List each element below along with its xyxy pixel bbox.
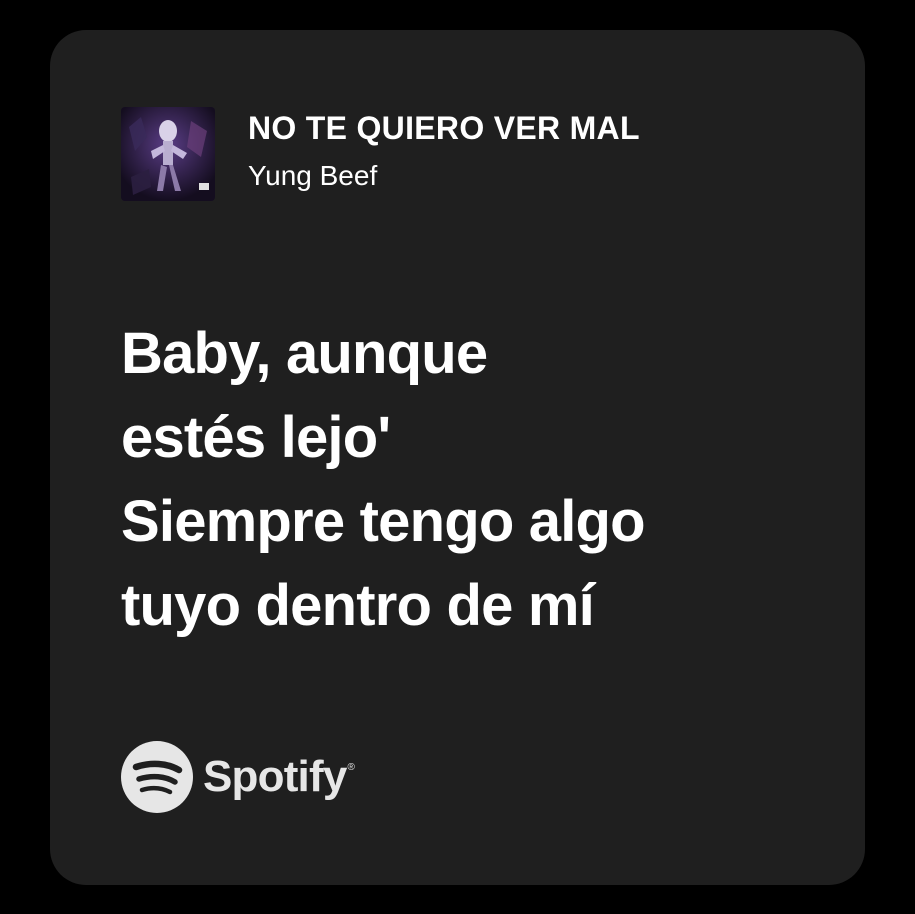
registered-mark: ® (347, 762, 355, 773)
lyric-line: Siempre tengo algo (121, 489, 646, 554)
lyric-line: tuyo dentro de mí (121, 573, 595, 638)
track-artist: Yung Beef (248, 160, 378, 191)
album-cover-icon[interactable] (121, 107, 215, 201)
spotify-brand[interactable]: Spotify ® (121, 740, 355, 814)
lyrics-block: Baby, aunque estés lejo' Siempre tengo a… (121, 312, 841, 648)
lyric-line: Baby, aunque (121, 321, 488, 386)
spotify-wordmark: Spotify (203, 752, 347, 801)
track-title: NO TE QUIERO VER MAL (248, 110, 640, 146)
lyric-line: estés lejo' (121, 405, 391, 470)
lyrics-card: NO TE QUIERO VER MAL Yung Beef Baby, aun… (50, 30, 865, 885)
spotify-logo-icon (121, 741, 193, 813)
album-art-image (121, 107, 215, 201)
